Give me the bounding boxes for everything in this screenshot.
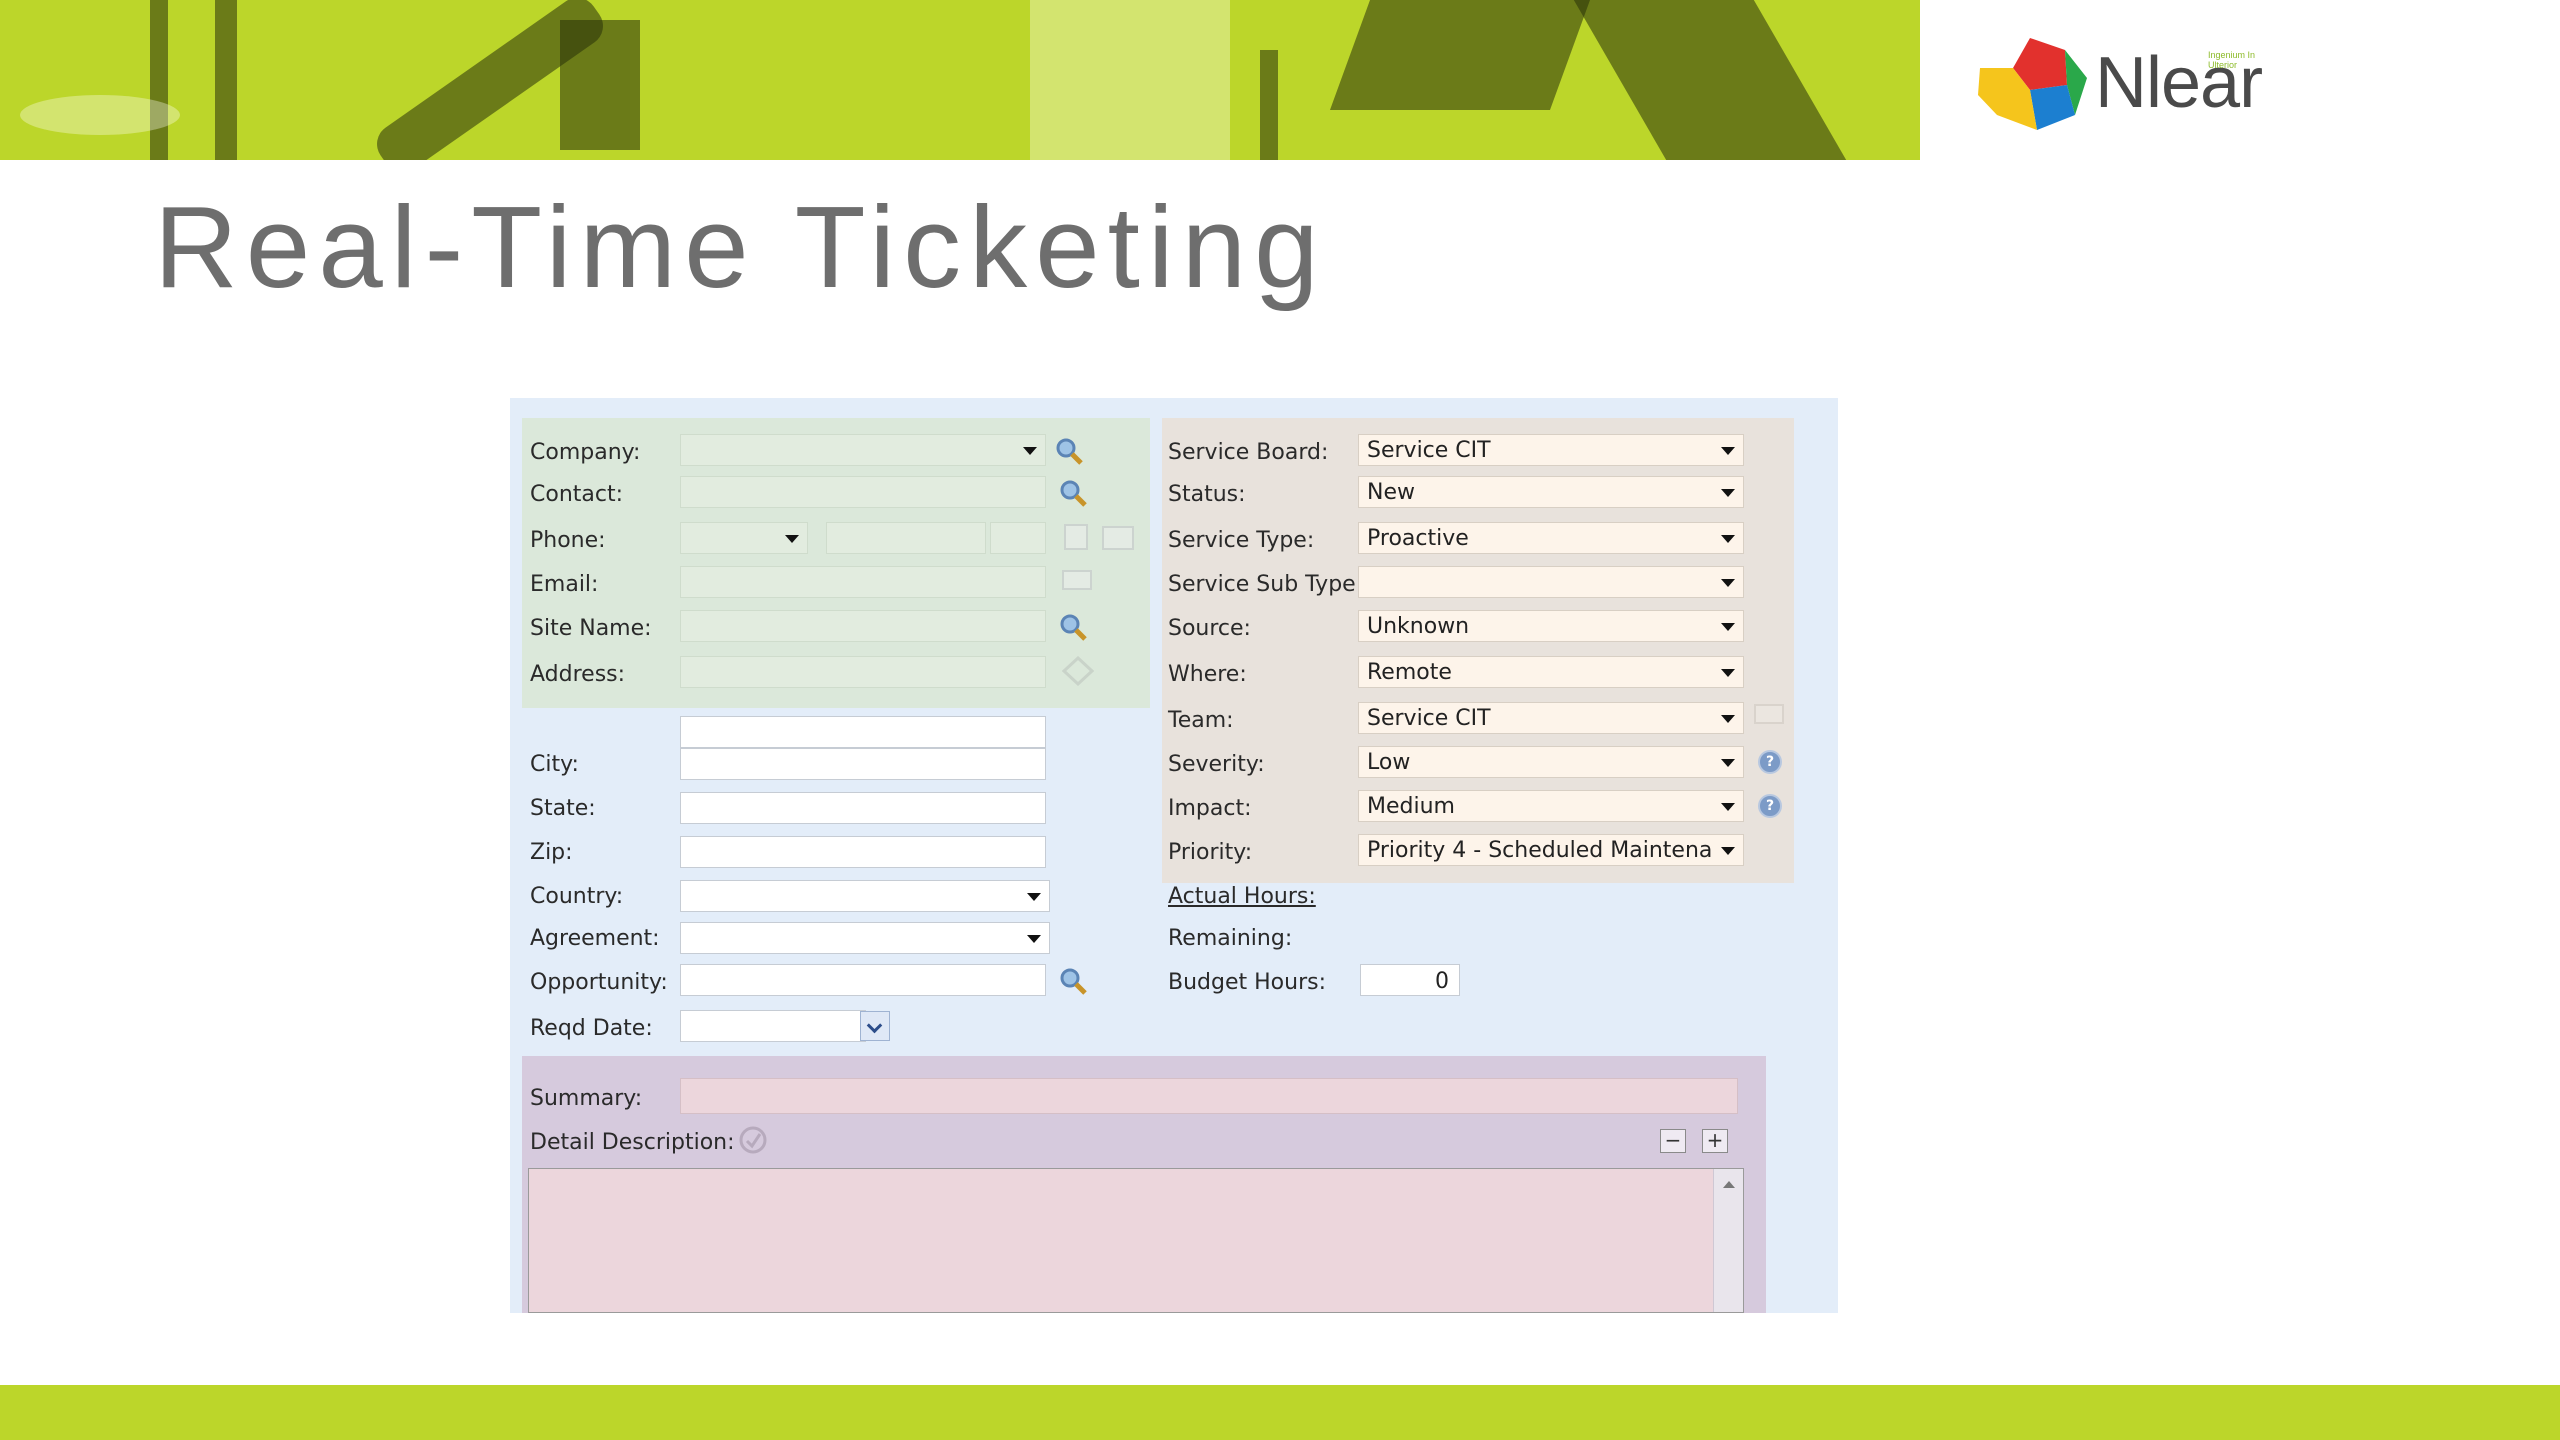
search-icon[interactable] (1058, 478, 1088, 508)
site-name-field[interactable] (680, 610, 1046, 642)
site-name-label: Site Name: (530, 616, 652, 641)
header-banner (0, 0, 1920, 160)
service-board-label: Service Board: (1168, 440, 1329, 465)
expand-button[interactable]: + (1702, 1129, 1728, 1153)
address-label: Address: (530, 662, 626, 687)
company-select[interactable] (680, 434, 1046, 466)
scroll-up-icon[interactable] (1713, 1169, 1743, 1312)
status-label: Status: (1168, 482, 1246, 507)
collapse-button[interactable]: − (1660, 1129, 1686, 1153)
status-select[interactable]: New (1358, 476, 1744, 508)
impact-label: Impact: (1168, 796, 1252, 821)
help-icon[interactable]: ? (1758, 794, 1782, 818)
actual-hours-link[interactable]: Actual Hours: (1168, 884, 1316, 909)
service-type-label: Service Type: (1168, 528, 1315, 553)
footer-bar (0, 1385, 2560, 1440)
email-icon[interactable] (1062, 570, 1092, 590)
priority-label: Priority: (1168, 840, 1253, 865)
phone-card-icon[interactable] (1102, 526, 1134, 550)
agreement-label: Agreement: (530, 926, 660, 951)
team-label: Team: (1168, 708, 1234, 733)
team-select[interactable]: Service CIT (1358, 702, 1744, 734)
service-sub-type-label: Service Sub Type: (1168, 572, 1364, 597)
contact-field[interactable] (680, 476, 1046, 508)
budget-hours-field[interactable]: 0 (1360, 964, 1460, 996)
remaining-label: Remaining: (1168, 926, 1293, 951)
search-icon[interactable] (1058, 966, 1088, 996)
help-icon[interactable]: ? (1758, 750, 1782, 774)
company-label: Company: (530, 440, 641, 465)
detail-description-label: Detail Description: (530, 1130, 735, 1155)
severity-select[interactable]: Low (1358, 746, 1744, 778)
reqd-date-field[interactable] (680, 1010, 866, 1042)
spellcheck-icon[interactable] (738, 1124, 768, 1156)
phone-number-field[interactable] (826, 522, 986, 554)
budget-hours-label: Budget Hours: (1168, 970, 1326, 995)
detail-description-textarea[interactable] (528, 1168, 1744, 1313)
logo-tagline: Ingenium In Ulterior (2208, 50, 2256, 70)
search-icon[interactable] (1054, 436, 1084, 466)
phone-extension-field[interactable] (990, 522, 1046, 554)
opportunity-field[interactable] (680, 964, 1046, 996)
service-board-select[interactable]: Service CIT (1358, 434, 1744, 466)
zip-field[interactable] (680, 836, 1046, 868)
service-type-select[interactable]: Proactive (1358, 522, 1744, 554)
email-label: Email: (530, 572, 599, 597)
source-label: Source: (1168, 616, 1251, 641)
phone-type-select[interactable] (680, 522, 808, 554)
phone-dial-icon[interactable] (1064, 524, 1088, 550)
contact-label: Contact: (530, 482, 624, 507)
severity-label: Severity: (1168, 752, 1265, 777)
where-select[interactable]: Remote (1358, 656, 1744, 688)
reqd-date-label: Reqd Date: (530, 1016, 653, 1041)
source-select[interactable]: Unknown (1358, 610, 1744, 642)
search-icon[interactable] (1058, 612, 1088, 642)
city-field[interactable] (680, 748, 1046, 780)
country-select[interactable] (680, 880, 1050, 912)
country-label: Country: (530, 884, 624, 909)
calendar-dropdown-icon[interactable] (860, 1011, 890, 1041)
zip-label: Zip: (530, 840, 573, 865)
opportunity-label: Opportunity: (530, 970, 668, 995)
team-email-icon[interactable] (1754, 704, 1784, 724)
service-sub-type-select[interactable] (1358, 566, 1744, 598)
map-icon[interactable] (1062, 656, 1094, 686)
priority-select[interactable]: Priority 4 - Scheduled Maintenan (1358, 834, 1744, 866)
ticket-form: Company: Contact: Phone: Email: Site Nam… (510, 398, 1838, 1313)
state-field[interactable] (680, 792, 1046, 824)
agreement-select[interactable] (680, 922, 1050, 954)
where-label: Where: (1168, 662, 1247, 687)
summary-label: Summary: (530, 1086, 643, 1111)
email-field[interactable] (680, 566, 1046, 598)
state-label: State: (530, 796, 596, 821)
slide-title: Real-Time Ticketing (154, 182, 1327, 312)
summary-field[interactable] (680, 1078, 1738, 1114)
address-line2-field[interactable] (680, 716, 1046, 748)
address-line1-field[interactable] (680, 656, 1046, 688)
phone-label: Phone: (530, 528, 606, 553)
city-label: City: (530, 752, 579, 777)
impact-select[interactable]: Medium (1358, 790, 1744, 822)
